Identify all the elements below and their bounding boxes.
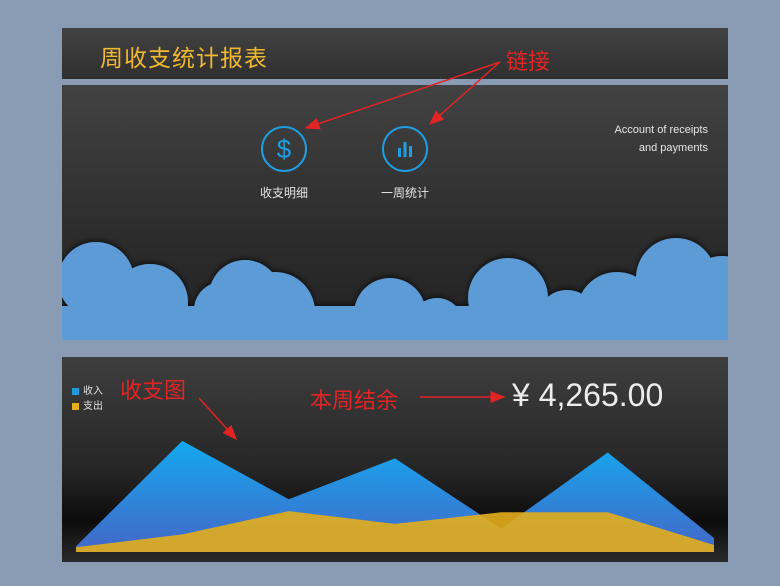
cloud-decoration — [62, 238, 728, 340]
nav-item-details[interactable]: $ 收支明细 — [239, 126, 329, 201]
nav-item-label: 一周统计 — [380, 186, 429, 200]
annotation-link: 链接 — [506, 49, 551, 74]
tagline-line-2: and payments — [638, 142, 708, 154]
tagline-line-1: Account of receipts — [614, 124, 708, 136]
bar-chart-icon — [398, 142, 412, 157]
dollar-icon-circle[interactable]: $ — [261, 126, 307, 172]
svg-text:$: $ — [277, 135, 292, 163]
page-title: 周收支统计报表 — [100, 45, 268, 71]
nav-item-weekly[interactable]: 一周统计 — [360, 126, 450, 201]
tagline: Account of receipts and payments — [614, 121, 708, 157]
annotation-balance: 本周结余 — [310, 388, 399, 413]
nav-item-label: 收支明细 — [259, 186, 308, 200]
header-bar: 周收支统计报表 — [62, 28, 728, 79]
dollar-icon: $ — [277, 135, 292, 163]
annotation-chart: 收支图 — [120, 378, 187, 403]
bar-chart-icon-circle[interactable] — [382, 126, 428, 172]
hero-panel: $ 收支明细 一周统计 Account of receipts and paym… — [62, 85, 728, 340]
